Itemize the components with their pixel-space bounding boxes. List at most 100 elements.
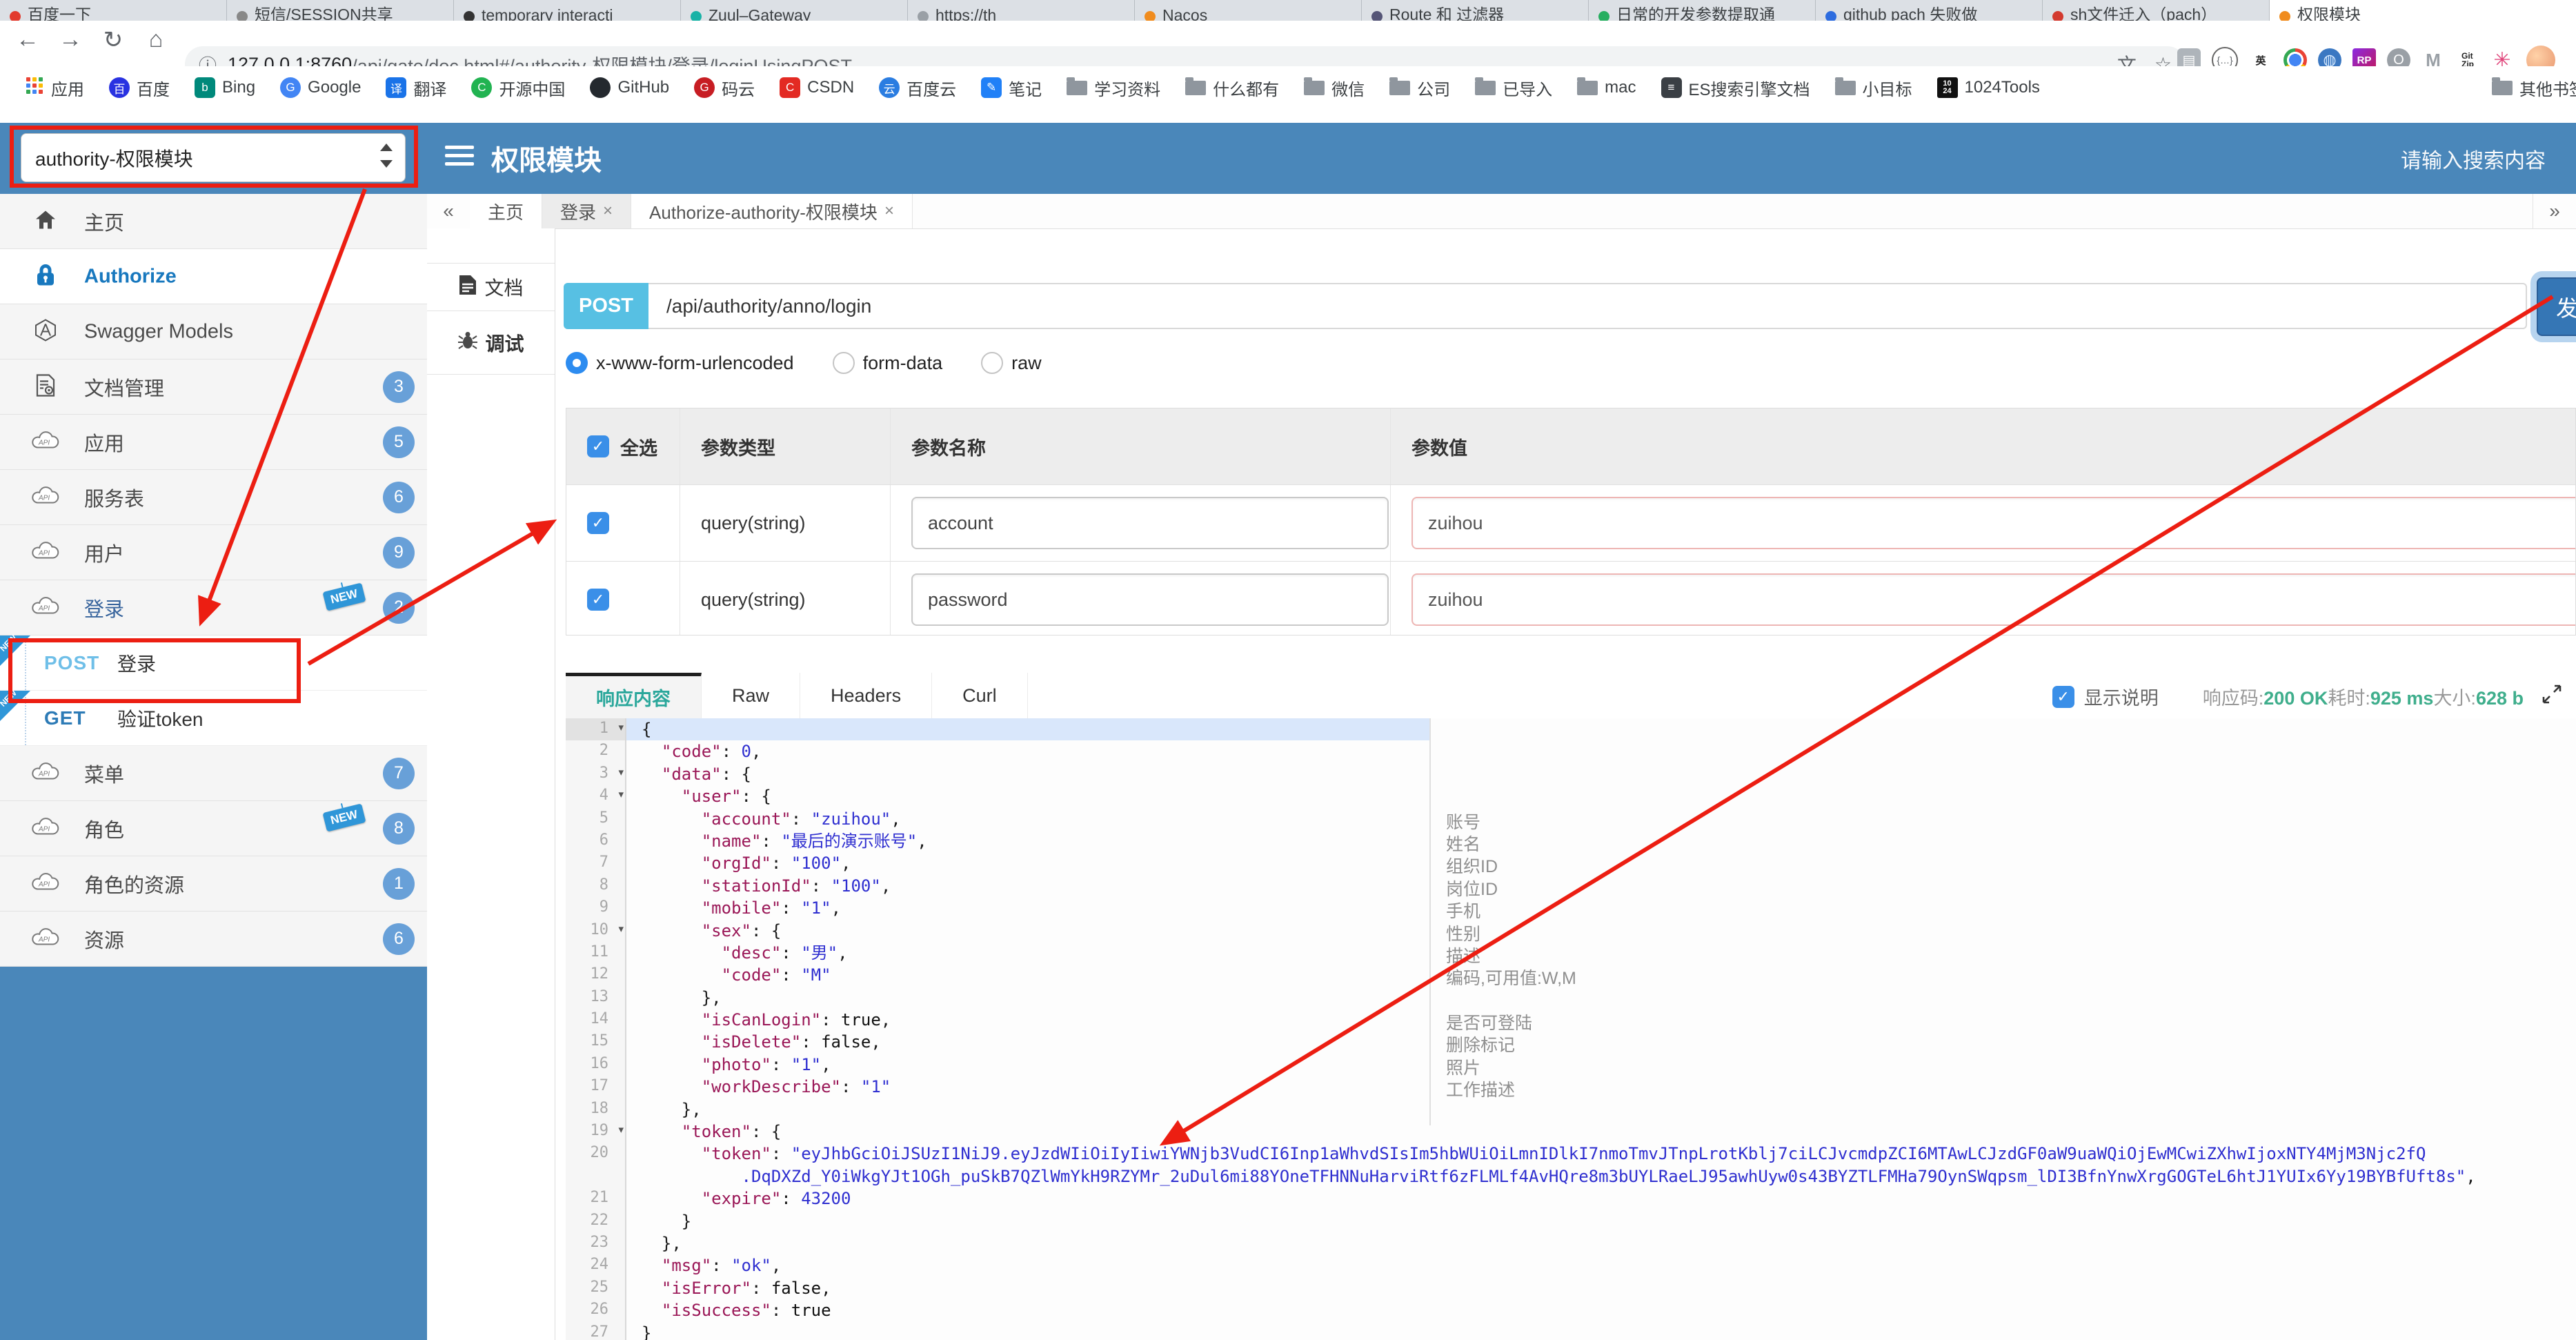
sidebar-item-label: 文档管理: [84, 377, 165, 400]
bookmark-item[interactable]: C CSDN: [780, 77, 854, 98]
bookmark-item[interactable]: 云百度云: [879, 76, 956, 100]
content-type-options: x-www-form-urlencoded form-data raw: [566, 352, 1080, 374]
doc-tab-label: 登录: [560, 201, 597, 223]
fold-caret-icon[interactable]: ▾: [618, 721, 624, 733]
bookmark-item[interactable]: ≡ ES搜索引擎文档: [1661, 76, 1810, 100]
param-value-input[interactable]: zuihou: [1411, 573, 2575, 626]
send-button[interactable]: 发送: [2537, 277, 2576, 336]
browser-tab[interactable]: Zuul–Gateway: [681, 0, 908, 21]
select-all-checkbox[interactable]: ✓: [587, 435, 609, 457]
bookmark-item[interactable]: 学习资料: [1067, 76, 1160, 100]
response-tab-bar: 响应内容 Raw Headers Curl: [566, 673, 1028, 718]
bookmark-item[interactable]: b Bing: [195, 77, 255, 98]
json-code: "orgId": "100",: [701, 854, 851, 874]
response-tab-headers[interactable]: Headers: [800, 673, 933, 718]
browser-tab[interactable]: sh文件迁入（pach）: [2043, 0, 2270, 21]
header-search-input[interactable]: 请输入搜索内容: [2401, 144, 2546, 174]
param-checkbox[interactable]: ✓: [587, 512, 609, 534]
browser-tab[interactable]: https://th: [908, 0, 1135, 21]
response-tab-body[interactable]: 响应内容: [566, 673, 702, 718]
bookmark-item[interactable]: 小目标: [1834, 76, 1912, 100]
back-icon[interactable]: ←: [12, 26, 43, 53]
bookmark-item[interactable]: 译翻译: [386, 76, 446, 100]
browser-tab[interactable]: Nacos: [1135, 0, 1362, 21]
bookmark-item[interactable]: G 码云: [694, 76, 755, 100]
bookmark-item[interactable]: G Google: [280, 77, 361, 98]
fold-caret-icon[interactable]: ▾: [618, 1123, 624, 1136]
doc-tab[interactable]: 主页: [470, 194, 543, 228]
rail-item-debug[interactable]: 调试: [427, 311, 555, 375]
sidebar-item-用户[interactable]: API 用户 9: [0, 525, 427, 580]
browser-tab[interactable]: 权限模块: [2270, 0, 2576, 21]
bookmark-item[interactable]: 什么都有: [1185, 76, 1279, 100]
param-checkbox[interactable]: ✓: [587, 589, 609, 611]
close-icon[interactable]: ×: [884, 201, 894, 221]
json-line: 9 "mobile": "1", 手机: [566, 897, 2576, 921]
radio-icon[interactable]: [566, 352, 588, 374]
fold-caret-icon[interactable]: ▾: [618, 766, 624, 778]
browser-tab[interactable]: 日常的开发参数提取通: [1589, 0, 1816, 21]
response-tab-raw[interactable]: Raw: [702, 673, 801, 718]
doc-tab[interactable]: 登录 ×: [542, 194, 632, 228]
sidebar-item-角色的资源[interactable]: API 角色的资源 1: [0, 856, 427, 912]
sidebar-item-Authorize[interactable]: Authorize: [0, 249, 427, 304]
content-type-option[interactable]: form-data: [832, 352, 942, 374]
response-json-viewer[interactable]: 1 ▾{2 "code": 0, 3 ▾ "data": {4 ▾ "user": {5…: [566, 718, 2576, 1340]
rail-item-doc[interactable]: 文档: [427, 263, 555, 311]
sidebar-item-菜单[interactable]: API 菜单 7: [0, 746, 427, 801]
radio-icon[interactable]: [981, 352, 1004, 374]
param-name-input[interactable]: account: [911, 497, 1389, 549]
fold-caret-icon[interactable]: ▾: [618, 788, 624, 800]
sidebar-item-文档管理[interactable]: 文档管理 3: [0, 359, 427, 415]
bookmark-item[interactable]: 10 24 1024Tools: [1936, 77, 2040, 98]
line-number: 9: [599, 898, 608, 916]
forward-icon[interactable]: →: [55, 26, 86, 53]
sidebar-item-服务表[interactable]: API 服务表 6: [0, 470, 427, 525]
bookmark-item[interactable]: 微信: [1304, 76, 1365, 100]
radio-icon[interactable]: [832, 352, 855, 374]
sidebar-item-主页[interactable]: 主页: [0, 194, 427, 249]
browser-tab[interactable]: temporary interacti: [454, 0, 681, 21]
fold-caret-icon[interactable]: ▾: [618, 923, 624, 935]
tabs-collapse-icon[interactable]: «: [427, 194, 470, 228]
endpoint-path-input[interactable]: /api/authority/anno/login: [648, 283, 2527, 329]
count-badge: 8: [383, 812, 415, 845]
sidebar-item-资源[interactable]: API 资源 6: [0, 912, 427, 967]
browser-tab[interactable]: Route 和 过滤器: [1362, 0, 1589, 21]
response-tab-curl[interactable]: Curl: [932, 673, 1028, 718]
bookmark-item[interactable]: C 开源中国: [471, 76, 565, 100]
bookmark-item[interactable]: mac: [1577, 77, 1636, 97]
content-type-option[interactable]: x-www-form-urlencoded: [566, 352, 794, 374]
bookmark-item[interactable]: 公司: [1389, 76, 1450, 100]
svg-text:API: API: [38, 936, 50, 943]
sidebar-item-登录[interactable]: API 登录 NEW 2: [0, 580, 427, 635]
doc-tab[interactable]: Authorize-authority-权限模块 ×: [631, 194, 913, 228]
json-code: "msg": "ok",: [661, 1256, 782, 1276]
tabs-expand-icon[interactable]: »: [2533, 194, 2576, 228]
sidebar-item-Swagger Models[interactable]: Swagger Models: [0, 304, 427, 359]
bookmark-item[interactable]: 百百度: [109, 76, 170, 100]
cloud-icon: API: [30, 927, 61, 950]
browser-tab[interactable]: 百度一下: [0, 0, 227, 21]
bookmark-item[interactable]: 应用: [25, 76, 84, 100]
tab-title: sh文件迁入（pach）: [2070, 6, 2217, 21]
bookmark-item[interactable]: 已导入: [1475, 76, 1552, 100]
bookmark-other[interactable]: 其他书签: [2492, 76, 2576, 100]
param-name-input[interactable]: password: [911, 573, 1389, 626]
show-description-checkbox[interactable]: ✓: [2052, 685, 2074, 708]
fullscreen-icon[interactable]: [2542, 684, 2562, 709]
param-value-input[interactable]: zuihou: [1411, 497, 2575, 549]
sidebar-item-角色[interactable]: API 角色 NEW 8: [0, 801, 427, 856]
sidebar-item-应用[interactable]: API 应用 5: [0, 415, 427, 470]
line-number-gutter: 27: [566, 1321, 626, 1340]
content-type-option[interactable]: raw: [981, 352, 1042, 374]
reload-icon[interactable]: ↻: [98, 26, 128, 54]
bookmark-item[interactable]: ✎ 笔记: [981, 76, 1042, 100]
bookmark-item[interactable]: GitHub: [590, 77, 669, 98]
line-number-gutter: 22: [566, 1210, 626, 1232]
home-icon[interactable]: ⌂: [141, 26, 171, 53]
close-icon[interactable]: ×: [603, 201, 613, 221]
browser-tab[interactable]: github pach 失败做: [1816, 0, 2043, 21]
browser-tab[interactable]: 短信/SESSION共享: [227, 0, 454, 21]
menu-toggle-icon[interactable]: [445, 146, 474, 170]
